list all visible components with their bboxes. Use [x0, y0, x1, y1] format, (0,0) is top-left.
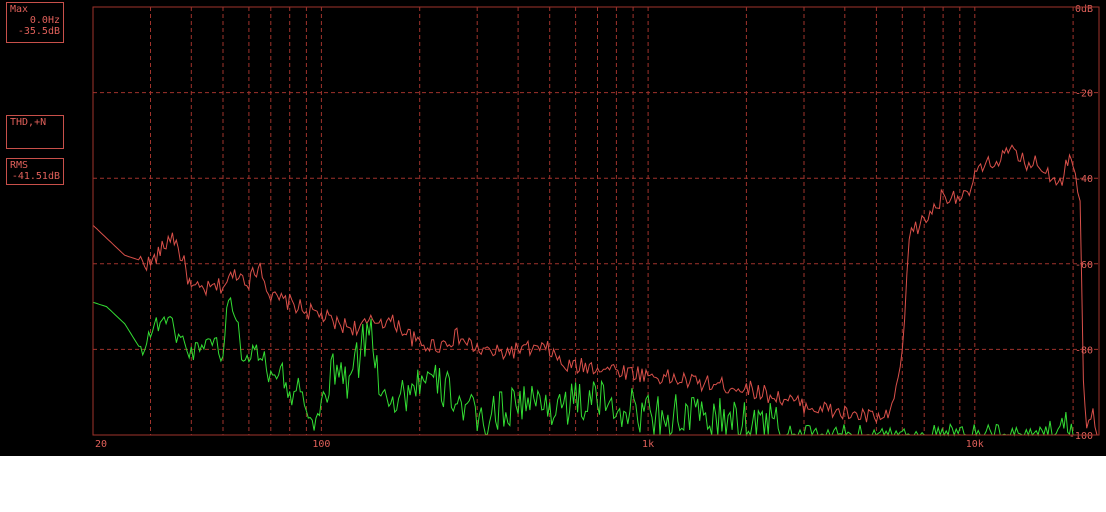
- rms-title: RMS: [10, 160, 29, 171]
- y-tick-label: -60: [1075, 260, 1093, 271]
- max-readout: Max 0.0Hz -35.5dB: [6, 2, 64, 43]
- thd-title: THD,+N: [10, 117, 47, 128]
- y-tick-label: -40: [1075, 174, 1093, 185]
- rms-readout: RMS -41.51dB: [6, 158, 64, 185]
- thd-readout: THD,+N: [6, 115, 64, 149]
- y-tick-label: -20: [1075, 89, 1093, 100]
- x-tick-label: 1k: [642, 439, 654, 450]
- max-title: Max: [10, 4, 29, 15]
- x-tick-label: 10k: [966, 439, 984, 450]
- max-frequency: 0.0Hz: [29, 15, 60, 26]
- y-tick-label: -100: [1069, 431, 1093, 442]
- series-layer: [92, 144, 1099, 437]
- y-tick-label: -80: [1075, 345, 1093, 356]
- analyzer-window: 0dB -20 -40 -60 -80 -100 20 100 1k 10k Max 0.0Hz …: [0, 0, 1106, 456]
- spectrum-chart: 0dB -20 -40 -60 -80 -100 20 100 1k 10k: [92, 4, 1100, 450]
- rms-level: -41.51dB: [11, 171, 60, 182]
- max-level: -35.5dB: [17, 26, 60, 37]
- x-tick-label: 20: [95, 439, 107, 450]
- y-tick-label: 0dB: [1075, 4, 1093, 15]
- x-tick-label: 100: [312, 439, 330, 450]
